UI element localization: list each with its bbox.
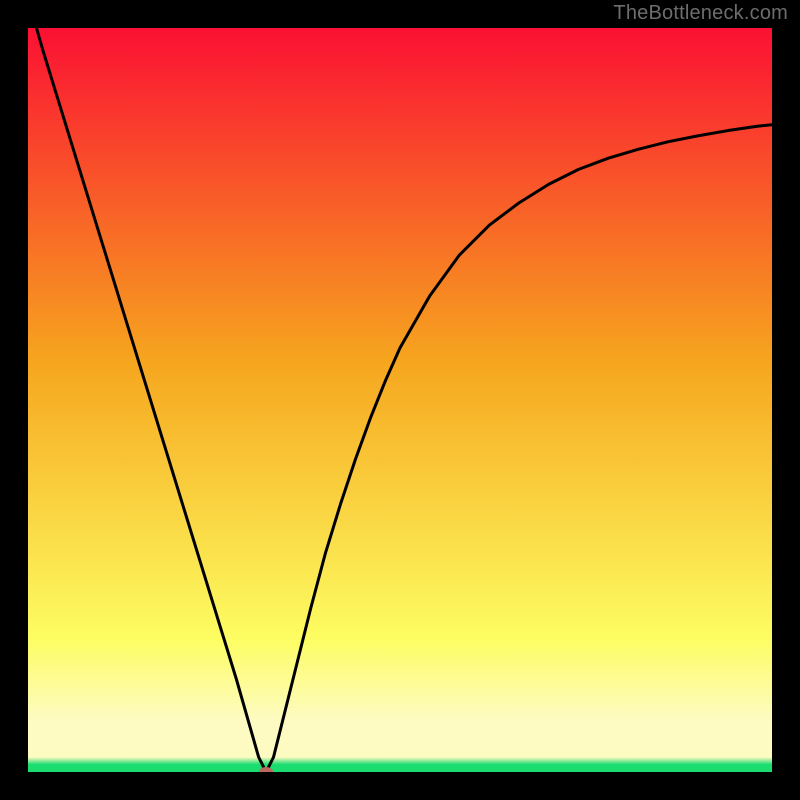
plot-area	[28, 28, 772, 772]
bottleneck-chart	[28, 28, 772, 772]
watermark-text: TheBottleneck.com	[613, 2, 788, 25]
chart-frame: TheBottleneck.com	[0, 0, 800, 800]
gradient-background	[28, 28, 772, 772]
